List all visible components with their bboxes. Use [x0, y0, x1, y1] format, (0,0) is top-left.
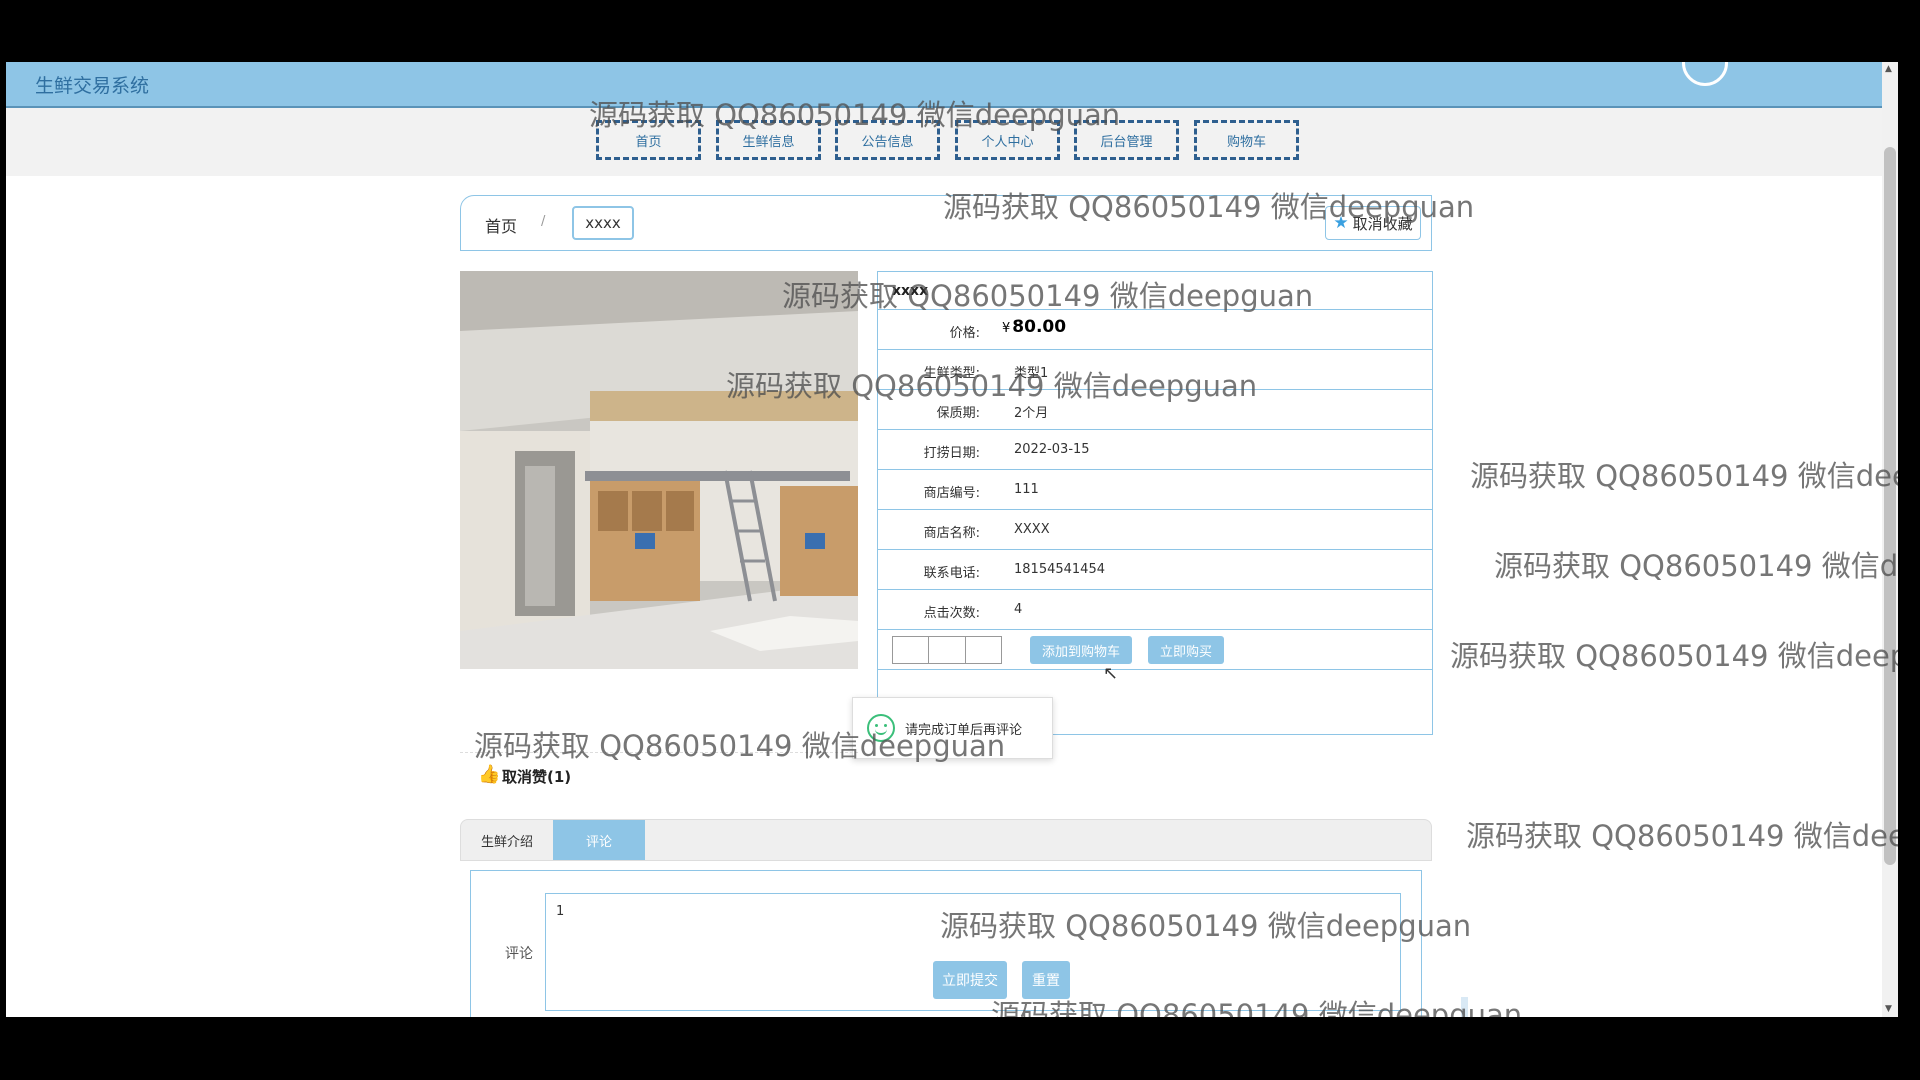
watermark-text: 源码获取 QQ86050149 微信deepguan	[991, 998, 1523, 1017]
spec-row: 商店编号: 111	[878, 470, 1432, 510]
watermark-text: 源码获取 QQ86050149 微信deepguan	[1450, 639, 1898, 673]
thumbs-up-icon[interactable]: 👍	[478, 764, 500, 785]
spec-label: 商店编号:	[923, 486, 980, 501]
product-details: xxxx 价格: ¥80.00 生鲜类型: 类型1 保质期: 2个月 打捞日期:…	[877, 271, 1433, 735]
scroll-thumb[interactable]	[1884, 147, 1896, 865]
increment-button[interactable]	[966, 637, 1001, 663]
spec-label: 联系电话:	[923, 566, 980, 581]
spec-label: 点击次数:	[923, 606, 980, 621]
spec-value: 111	[1014, 482, 1039, 497]
price-value: ¥80.00	[1002, 317, 1066, 337]
watermark-text: 源码获取 QQ86050149 微信deepguan	[1470, 459, 1898, 493]
page-scrollbar[interactable]: ▲ ▼	[1882, 62, 1898, 1017]
watermark-text: 源码获取 QQ86050149 微信deepguan	[782, 279, 1314, 313]
tab-introduction[interactable]: 生鲜介绍	[461, 820, 553, 860]
spec-value: 2022-03-15	[1014, 442, 1090, 457]
scroll-down-arrow-icon[interactable]: ▼	[1885, 1004, 1892, 1014]
spec-value: 4	[1014, 602, 1023, 617]
watermark-text: 源码获取 QQ86050149 微信deepguan	[1466, 819, 1898, 853]
spec-label: 商店名称:	[923, 526, 980, 541]
scroll-up-arrow-icon[interactable]: ▲	[1885, 64, 1892, 74]
breadcrumb-home[interactable]: 首页	[485, 213, 517, 237]
tab-comments[interactable]: 评论	[553, 820, 645, 860]
spec-row: 联系电话: 18154541454	[878, 550, 1432, 590]
watermark-text: 源码获取 QQ86050149 微信deepguan	[589, 98, 1121, 132]
unlike-button[interactable]: 取消赞(1)	[502, 766, 571, 787]
watermark-text: 源码获取 QQ86050149 微信deepguan	[726, 369, 1258, 403]
currency-symbol: ¥	[1002, 321, 1011, 336]
action-row: 添加到购物车 立即购买	[878, 630, 1432, 670]
add-to-cart-button[interactable]: 添加到购物车	[1030, 636, 1132, 664]
watermark-text: 源码获取 QQ86050149 微信deepguan	[940, 909, 1472, 943]
browser-viewport: 生鲜交易系统 首页 生鲜信息 公告信息 个人中心 后台管理 购物车 首页 / x…	[6, 62, 1898, 1017]
breadcrumb-current[interactable]: xxxx	[572, 206, 634, 240]
avatar[interactable]	[1682, 62, 1728, 86]
breadcrumb-separator: /	[541, 214, 546, 229]
room-illustration	[460, 271, 858, 669]
quantity-stepper[interactable]	[892, 636, 1002, 664]
spec-value: XXXX	[1014, 522, 1050, 537]
buy-now-button[interactable]: 立即购买	[1148, 636, 1224, 664]
watermark-text: 源码获取 QQ86050149 微信deepguan	[474, 729, 1006, 763]
spec-row: 点击次数: 4	[878, 590, 1432, 630]
nav-cart[interactable]: 购物车	[1194, 120, 1299, 160]
price-label: 价格:	[949, 326, 980, 341]
quantity-input[interactable]	[929, 637, 966, 663]
spec-value: 18154541454	[1014, 562, 1105, 577]
watermark-text: 源码获取 QQ86050149 微信deepguan	[943, 190, 1475, 224]
detail-tabs: 生鲜介绍 评论	[460, 819, 1432, 861]
mouse-cursor-icon: ↖	[1103, 663, 1119, 684]
price-row: 价格: ¥80.00	[878, 310, 1432, 350]
price-amount: 80.00	[1012, 317, 1067, 337]
spec-row: 商店名称: XXXX	[878, 510, 1432, 550]
product-image	[460, 271, 858, 669]
watermark-text: 源码获取 QQ86050149 微信deepguan	[1494, 549, 1898, 583]
comment-label: 评论	[505, 946, 533, 962]
decrement-button[interactable]	[893, 637, 930, 663]
site-brand[interactable]: 生鲜交易系统	[35, 71, 149, 98]
spec-row: 打捞日期: 2022-03-15	[878, 430, 1432, 470]
spec-label: 打捞日期:	[923, 446, 980, 461]
